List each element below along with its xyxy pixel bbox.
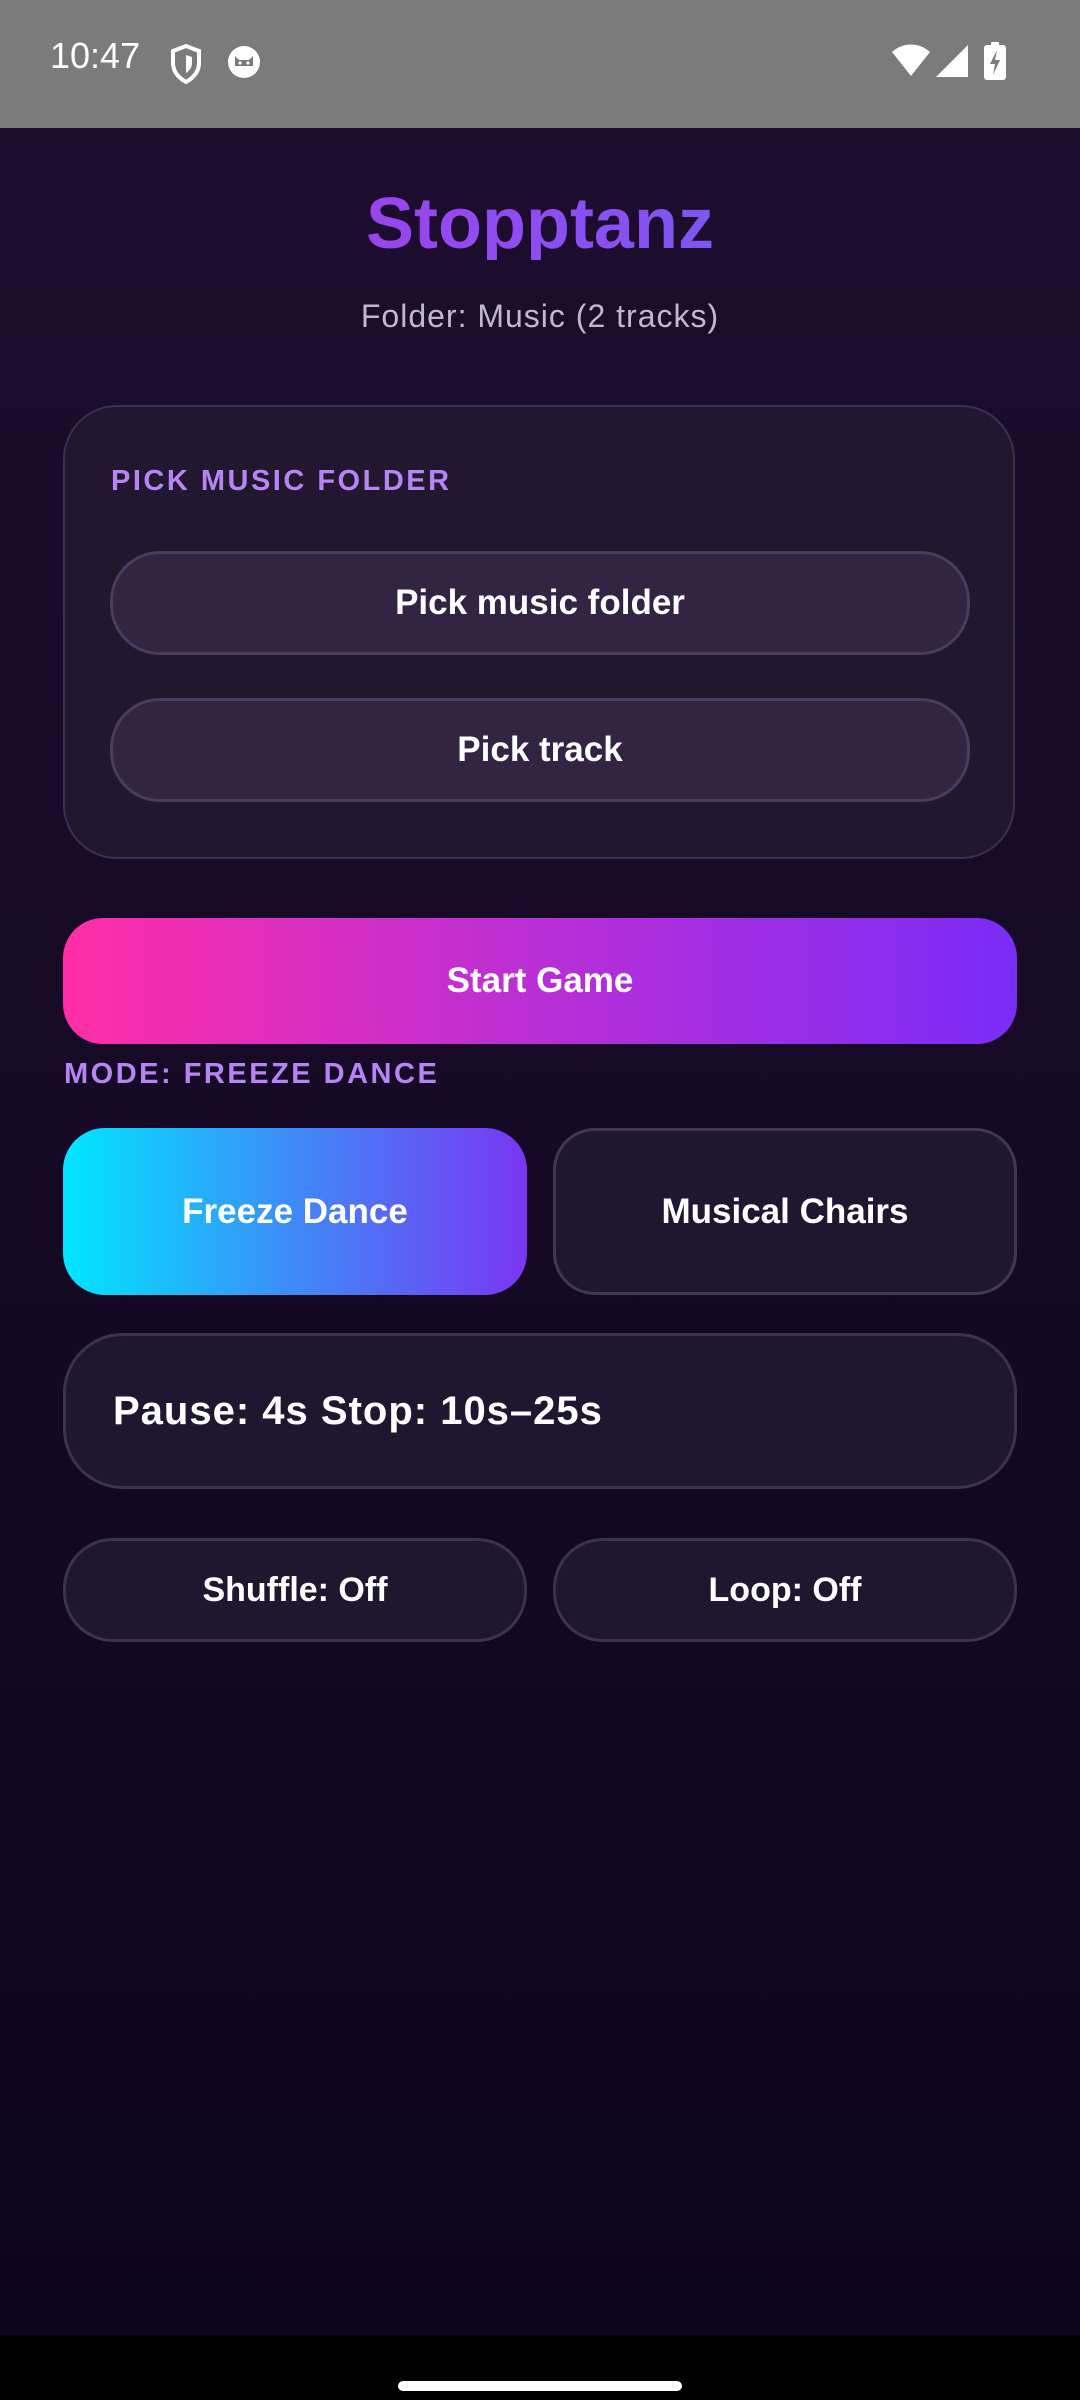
cell-signal-icon — [936, 44, 970, 83]
folder-status: Folder: Music (2 tracks) — [360, 298, 720, 334]
start-game-button[interactable]: Start Game — [63, 918, 1017, 1044]
mode-freeze-dance-button[interactable]: Freeze Dance — [63, 1128, 527, 1295]
wifi-icon — [892, 44, 930, 83]
pick-track-button[interactable]: Pick track — [110, 698, 970, 802]
cat-icon — [226, 44, 262, 85]
mode-musical-chairs-button[interactable]: Musical Chairs — [553, 1128, 1017, 1295]
battery-charging-icon — [984, 42, 1006, 85]
pick-music-section-label: PICK MUSIC FOLDER — [111, 465, 452, 497]
shield-icon — [170, 43, 202, 89]
loop-toggle-button[interactable]: Loop: Off — [553, 1538, 1017, 1642]
pick-music-folder-button[interactable]: Pick music folder — [110, 551, 970, 655]
mode-label: MODE: FREEZE DANCE — [64, 1058, 440, 1090]
status-bar: 10:47 — [0, 0, 1080, 128]
shuffle-toggle-button[interactable]: Shuffle: Off — [63, 1538, 527, 1642]
app-title: Stopptanz — [0, 188, 1080, 260]
home-indicator[interactable] — [398, 2381, 682, 2391]
status-time: 10:47 — [50, 35, 141, 76]
timing-settings[interactable]: Pause: 4s Stop: 10s–25s — [63, 1333, 1017, 1489]
